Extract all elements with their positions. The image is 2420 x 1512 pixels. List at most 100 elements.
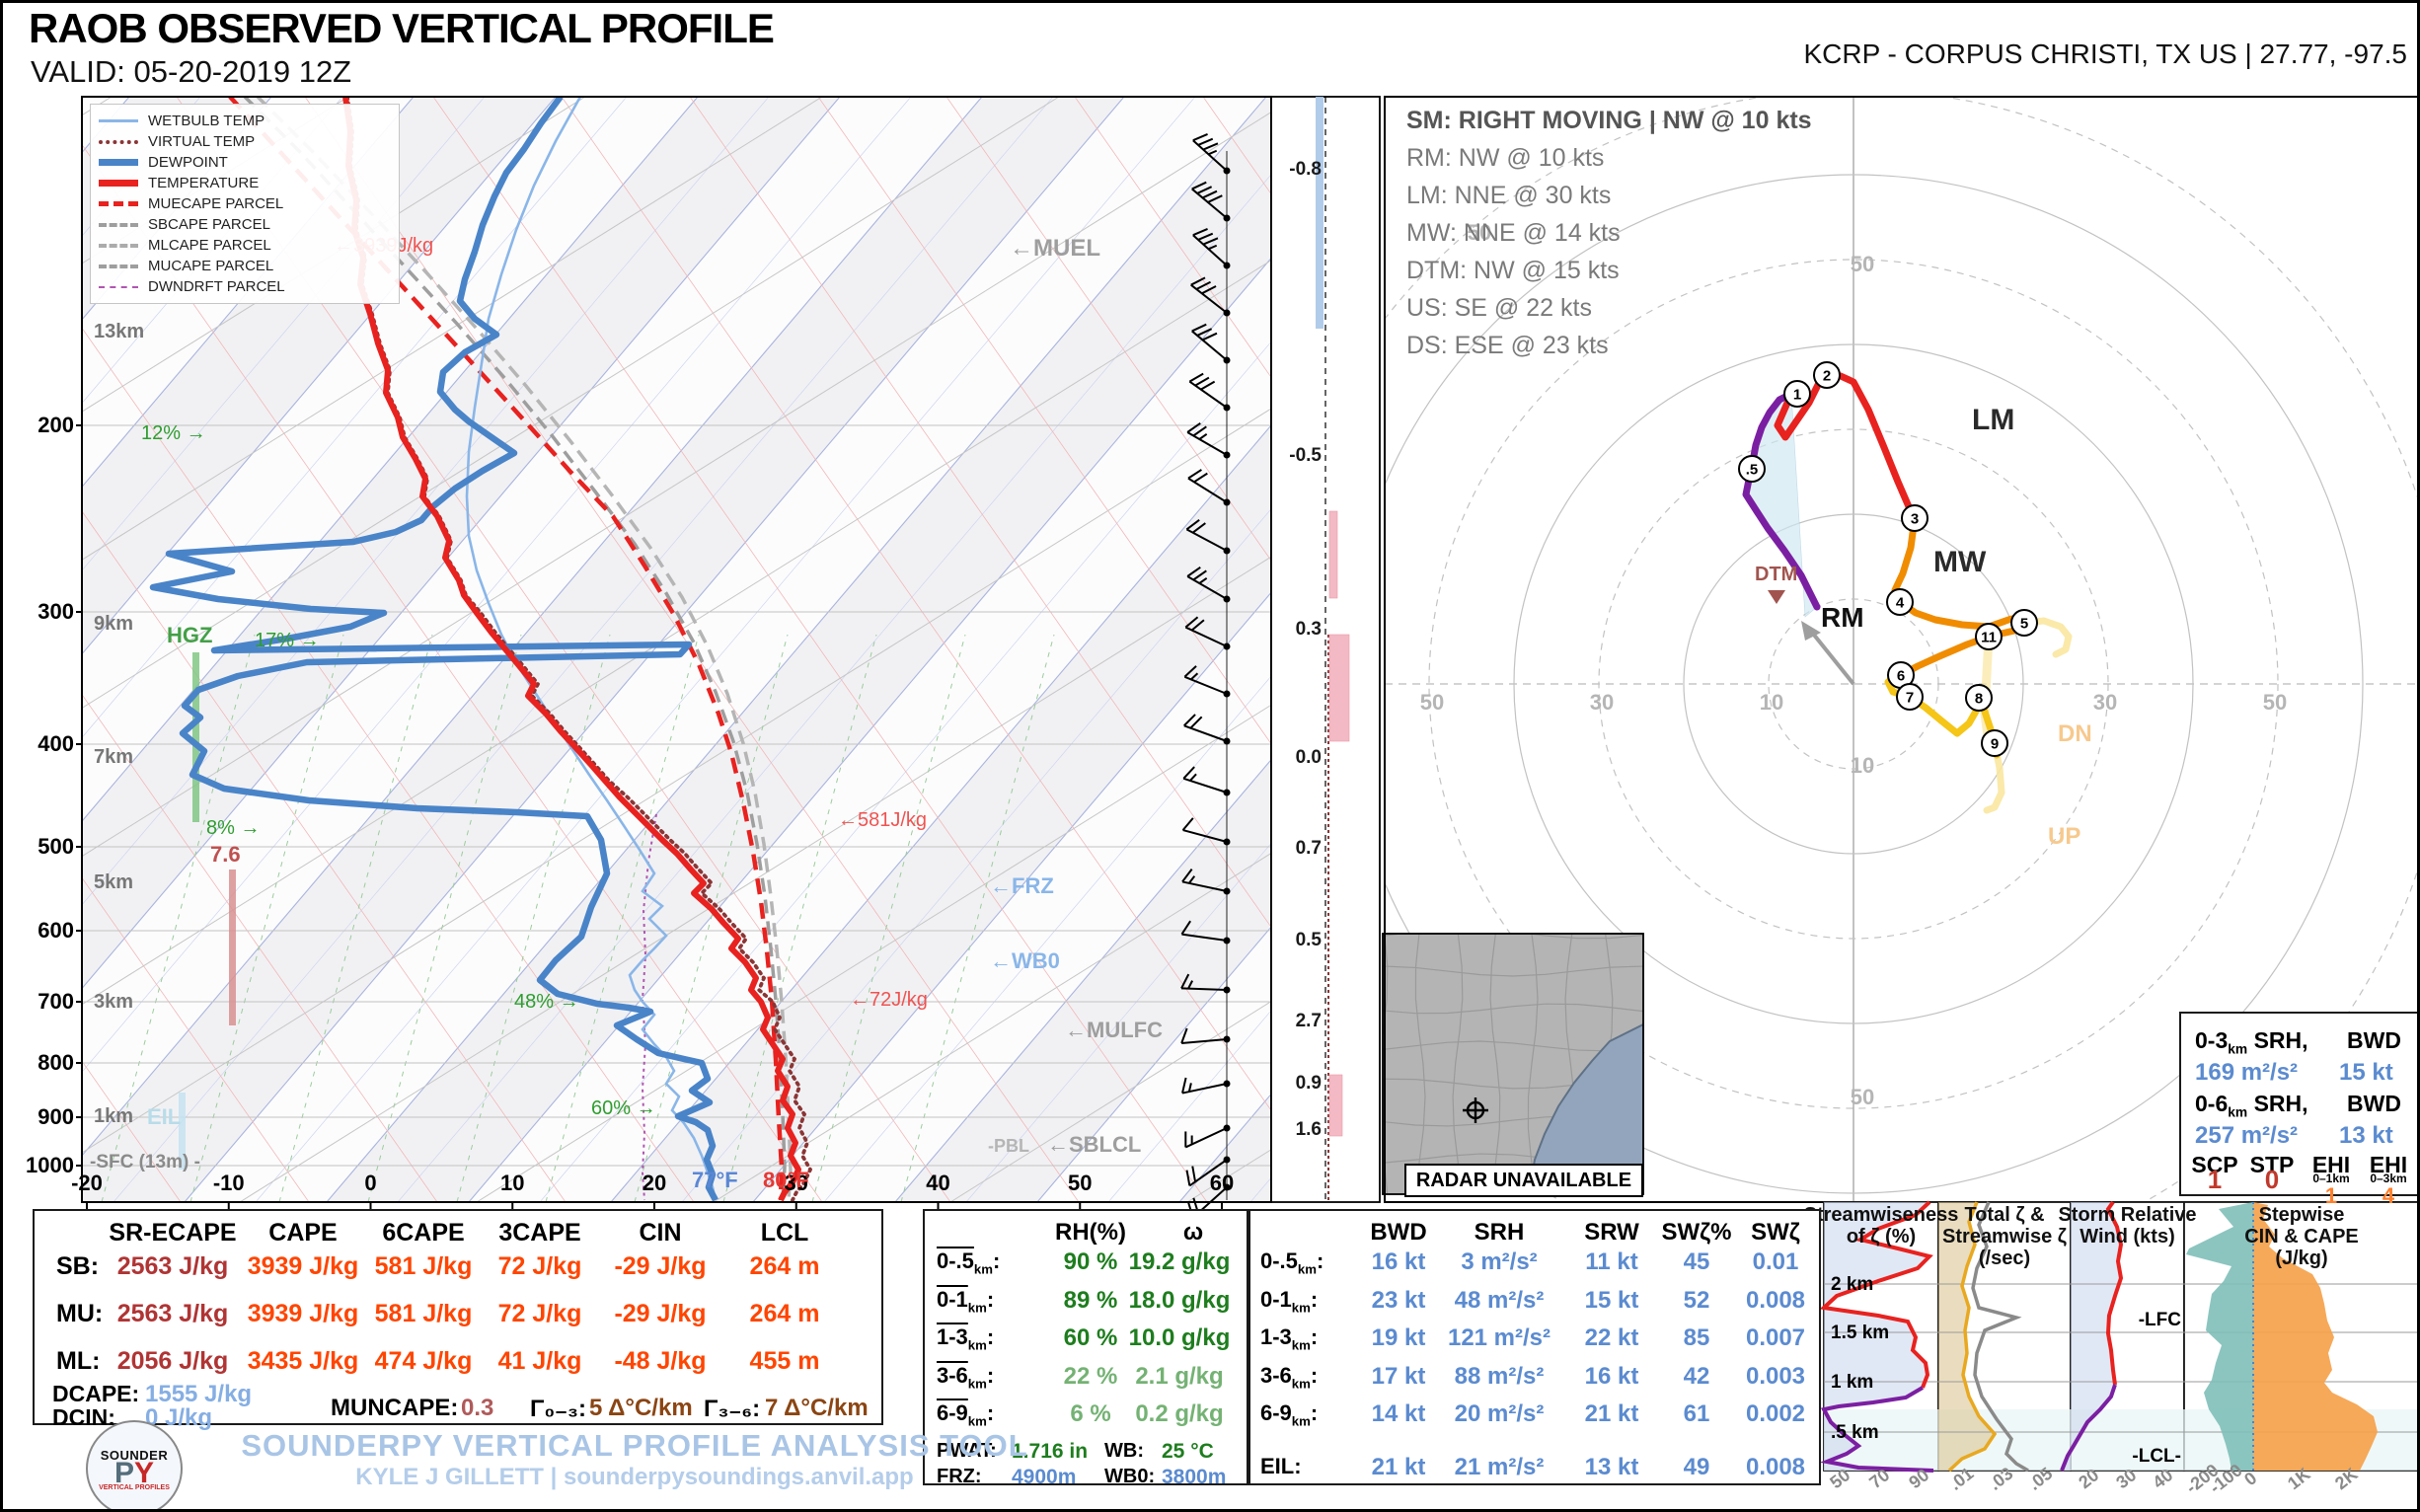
svg-text:←72J/kg: ←72J/kg	[850, 989, 928, 1011]
muncape-label: MUNCAPE:	[331, 1395, 458, 1422]
legend-label: MUECAPE PARCEL	[148, 195, 283, 212]
svg-text:77°F: 77°F	[692, 1168, 738, 1192]
stp-value: 0	[2265, 1165, 2279, 1195]
svg-text:UP: UP	[2048, 823, 2080, 850]
radar-unavailable-badge: RADAR UNAVAILABLE	[1404, 1164, 1643, 1197]
value: 2563 J/kg	[117, 1252, 229, 1281]
dtm-line: DTM: NW @ 15 kts	[1406, 252, 1812, 289]
credit-title: SOUNDERPY VERTICAL PROFILE ANALYSIS TOOL	[181, 1428, 1089, 1464]
rh-value: 22 %	[1064, 1363, 1118, 1391]
shear-value: 61	[1684, 1400, 1710, 1428]
srh3-label: 0-3km SRH,	[2195, 1027, 2308, 1057]
rh-header: RH(%)	[1055, 1219, 1126, 1247]
svg-text:800: 800	[38, 1050, 74, 1075]
svg-text:11: 11	[1981, 630, 1997, 646]
svg-text:400: 400	[38, 731, 74, 756]
svg-text:7.6: 7.6	[210, 842, 241, 867]
shear-srh-table: BWD SRH SRW SWζ% SWζ 0-.5km:16 kt3 m²/s²…	[1248, 1209, 1821, 1485]
omega-value: 2.1 g/kg	[1135, 1363, 1223, 1391]
svg-text:Streamwiseness: Streamwiseness	[1804, 1204, 1959, 1226]
shear-row-label: 1-3km:	[1260, 1324, 1318, 1352]
shear-value: 3 m²/s²	[1461, 1248, 1537, 1276]
shear-value: 0.008	[1746, 1454, 1805, 1481]
gamma03-value: 5 Δ°C/km	[589, 1395, 693, 1422]
rm-line: RM: NW @ 10 kts	[1406, 139, 1812, 177]
svg-text:50: 50	[1851, 1085, 1874, 1109]
svg-text:0.0: 0.0	[1296, 747, 1322, 768]
shear-value: 88 m²/s²	[1455, 1363, 1545, 1391]
svg-text:2.7: 2.7	[1296, 1011, 1322, 1031]
svg-text:LM: LM	[1972, 404, 2014, 436]
svg-text:←WB0: ←WB0	[990, 948, 1060, 973]
svg-text:10: 10	[1760, 690, 1783, 715]
wb-value: 25 °C	[1162, 1440, 1214, 1464]
shear-value: 0.008	[1746, 1287, 1805, 1315]
lm-line: LM: NNE @ 30 kts	[1406, 177, 1812, 214]
svg-text:2 km: 2 km	[1831, 1274, 1873, 1295]
dwndrft-line-icon	[99, 286, 138, 288]
wb-label: WB:	[1104, 1440, 1144, 1463]
svg-text:←MULFC: ←MULFC	[1065, 1018, 1163, 1042]
svg-text:-20: -20	[71, 1171, 103, 1195]
dcin-label: DCIN:	[52, 1404, 115, 1431]
shear-value: 0.007	[1746, 1324, 1805, 1352]
svg-text:-0.8: -0.8	[1289, 159, 1322, 180]
svg-text:0.5: 0.5	[1296, 930, 1323, 950]
value: 72 J/kg	[498, 1252, 582, 1281]
value: 474 J/kg	[375, 1347, 473, 1376]
svg-text:80°F: 80°F	[763, 1168, 809, 1192]
legend-label: SBCAPE PARCEL	[148, 216, 270, 233]
legend-item: MUECAPE PARCEL	[99, 193, 391, 214]
svg-text:1: 1	[1793, 387, 1801, 404]
legend-item: SBCAPE PARCEL	[99, 214, 391, 235]
shear-value: 48 m²/s²	[1455, 1287, 1545, 1315]
svg-text:3: 3	[1911, 511, 1919, 528]
omega-value: 18.0 g/kg	[1129, 1287, 1231, 1315]
svg-text:1 km: 1 km	[1831, 1372, 1873, 1393]
bwd3-label: BWD	[2347, 1027, 2401, 1054]
lower-profile-panels: 2 km1.5 km1 km.5 kmStreamwisenessof ζ (%…	[1804, 1202, 2419, 1497]
muncape-value: 0.3	[461, 1395, 493, 1422]
mucape-line-icon	[99, 265, 138, 268]
shear-row-label: 6-9km:	[1260, 1400, 1318, 1428]
thermo-indices-table: SR-ECAPE CAPE 6CAPE 3CAPE CIN LCL SB: 25…	[33, 1209, 883, 1425]
row-label: ML:	[56, 1347, 100, 1376]
svg-text:20: 20	[643, 1171, 666, 1195]
svg-text:1km: 1km	[94, 1105, 133, 1127]
value: 41 J/kg	[498, 1347, 582, 1376]
legend-item: DEWPOINT	[99, 152, 391, 173]
svg-text:←581J/kg: ←581J/kg	[838, 809, 927, 831]
shear-row-label: 0-.5km:	[1260, 1248, 1323, 1276]
page-title: RAOB OBSERVED VERTICAL PROFILE	[29, 5, 774, 52]
shear-value: 45	[1684, 1248, 1710, 1276]
valid-timestamp: VALID: 05-20-2019 12Z	[31, 54, 351, 90]
bwd3-value: 15 kt	[2339, 1059, 2393, 1087]
svg-text:6: 6	[1897, 668, 1905, 685]
gamma36-value: 7 Δ°C/km	[765, 1395, 869, 1422]
omega-strip: -0.8-0.50.30.00.70.52.70.91.6	[1271, 97, 1380, 1202]
shear-value: 22 kt	[1585, 1324, 1639, 1352]
svg-text:17% →: 17% →	[255, 630, 320, 651]
muecape-line-icon	[99, 201, 138, 206]
value: 264 m	[750, 1252, 820, 1281]
skewt-legend: WETBULB TEMP VIRTUAL TEMP DEWPOINT TEMPE…	[90, 104, 400, 304]
temperature-line-icon	[99, 180, 138, 187]
wetbulb-line-icon	[99, 119, 138, 122]
legend-label: MUCAPE PARCEL	[148, 258, 273, 274]
svg-text:of ζ (%): of ζ (%)	[1847, 1226, 1916, 1247]
shear-value: 42	[1684, 1363, 1710, 1391]
col-header: CAPE	[268, 1219, 337, 1247]
value: -29 J/kg	[614, 1252, 706, 1281]
srh3-value: 169 m²/s²	[2195, 1059, 2298, 1087]
gamma03-label: Γ₀₋₃:	[530, 1395, 586, 1423]
value: 3939 J/kg	[248, 1300, 359, 1328]
ehi3-value: 4	[2382, 1183, 2394, 1209]
svg-text:(/sec): (/sec)	[1979, 1247, 2030, 1269]
value: -29 J/kg	[614, 1300, 706, 1328]
value: 581 J/kg	[375, 1252, 473, 1281]
svg-text:10: 10	[500, 1171, 524, 1195]
svg-text:.5: .5	[1746, 462, 1759, 479]
svg-text:DTM: DTM	[1755, 564, 1797, 585]
legend-item: DWNDRFT PARCEL	[99, 276, 391, 297]
svg-text:50: 50	[1068, 1171, 1092, 1195]
